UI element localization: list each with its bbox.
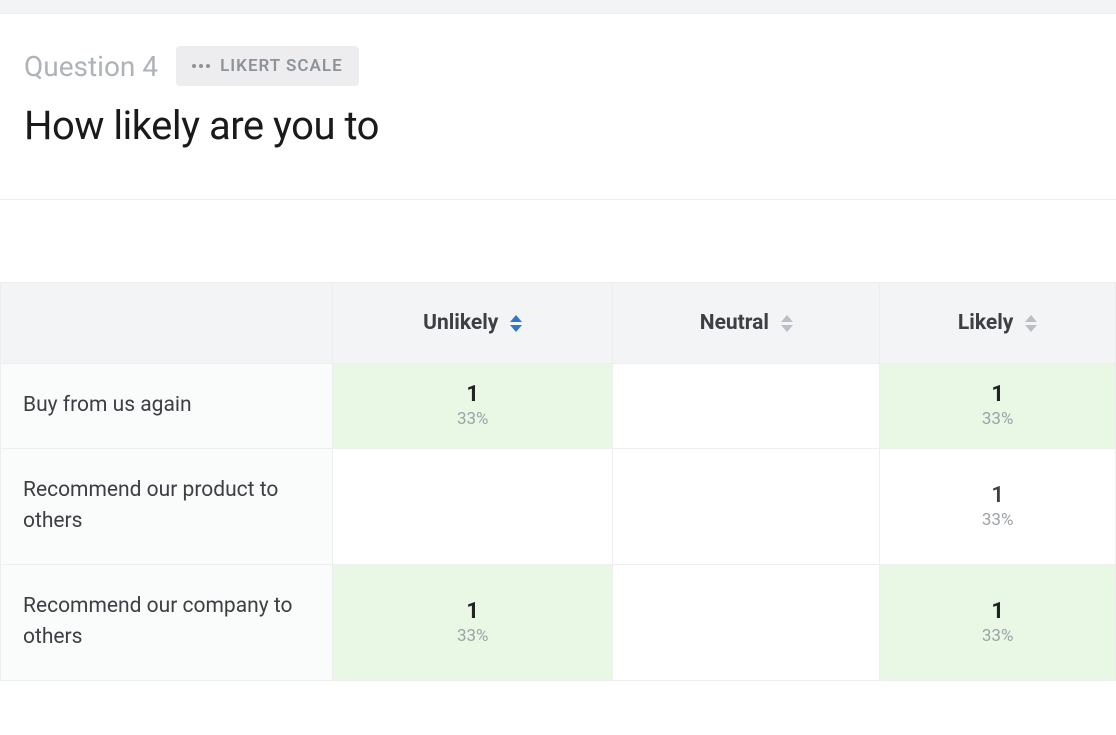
column-header-likely[interactable]: Likely <box>880 283 1116 364</box>
sort-icon <box>1025 315 1037 332</box>
row-label: Recommend our company to others <box>1 564 333 680</box>
table-row: Buy from us again133%133% <box>1 364 1116 449</box>
data-cell: 133% <box>333 564 613 680</box>
question-title: How likely are you to <box>24 102 1092 149</box>
cell-percent: 33% <box>890 409 1105 429</box>
cell-percent: 33% <box>890 626 1105 646</box>
cell-count: 1 <box>890 382 1105 407</box>
column-header-unlikely[interactable]: Unlikely <box>333 283 613 364</box>
column-label: Neutral <box>700 311 769 335</box>
cell-count: 1 <box>890 599 1105 624</box>
column-header-neutral[interactable]: Neutral <box>613 283 880 364</box>
ellipsis-icon <box>192 64 210 68</box>
data-cell <box>613 364 880 449</box>
question-type-badge: LIKERT SCALE <box>176 46 359 86</box>
data-cell: 133% <box>880 564 1116 680</box>
cell-percent: 33% <box>890 510 1105 530</box>
cell-percent: 33% <box>343 409 602 429</box>
cell-count: 1 <box>343 599 602 624</box>
cell-count: 1 <box>343 382 602 407</box>
row-label: Recommend our product to others <box>1 448 333 564</box>
data-cell <box>613 564 880 680</box>
question-meta: Question 4 LIKERT SCALE <box>24 46 1092 86</box>
data-cell: 133% <box>880 448 1116 564</box>
likert-table: Unlikely Neutral <box>0 282 1116 681</box>
table-corner <box>1 283 333 364</box>
row-label: Buy from us again <box>1 364 333 449</box>
question-number: Question 4 <box>24 50 158 83</box>
results-table-wrap: Unlikely Neutral <box>0 200 1116 681</box>
column-label: Unlikely <box>423 311 498 335</box>
data-cell: 133% <box>880 364 1116 449</box>
top-strip <box>0 0 1116 14</box>
question-header: Question 4 LIKERT SCALE How likely are y… <box>0 14 1116 200</box>
data-cell <box>333 448 613 564</box>
column-label: Likely <box>958 311 1013 335</box>
sort-icon <box>781 315 793 332</box>
data-cell <box>613 448 880 564</box>
question-type-text: LIKERT SCALE <box>220 56 343 76</box>
cell-percent: 33% <box>343 626 602 646</box>
table-row: Recommend our product to others 133% <box>1 448 1116 564</box>
sort-icon <box>510 315 522 332</box>
cell-count: 1 <box>890 483 1105 508</box>
data-cell: 133% <box>333 364 613 449</box>
table-row: Recommend our company to others133%133% <box>1 564 1116 680</box>
